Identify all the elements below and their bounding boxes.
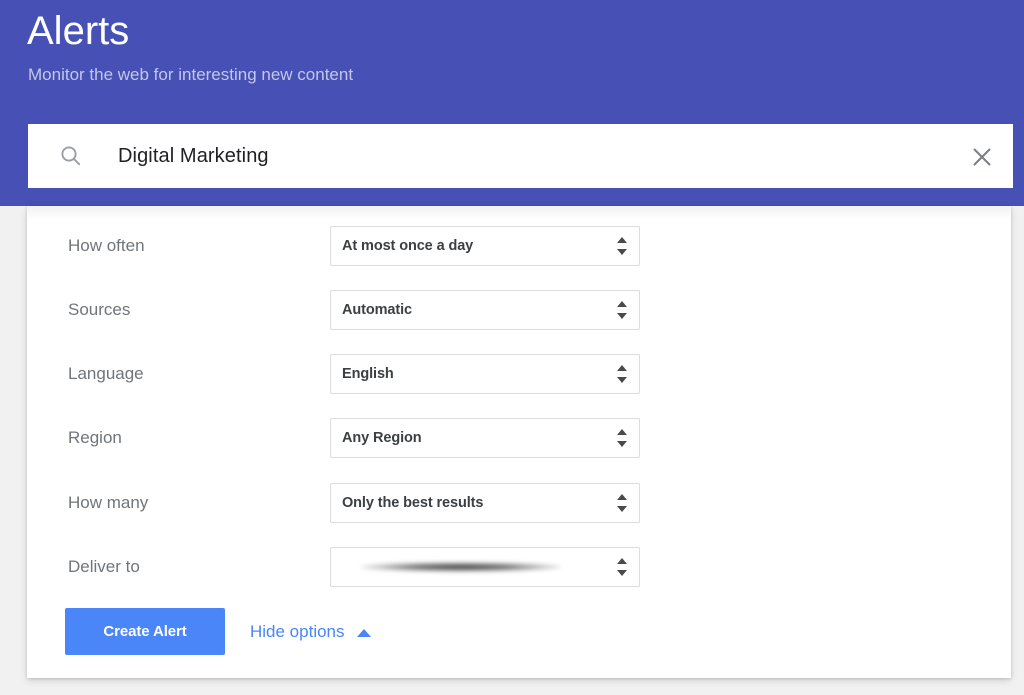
page-subtitle: Monitor the web for interesting new cont…	[28, 63, 353, 87]
select-sources[interactable]: Automatic	[330, 290, 640, 330]
chevron-updown-icon	[617, 364, 628, 384]
option-row-sources: Sources Automatic	[68, 290, 688, 330]
alert-options-card: How often At most once a day Sources Aut…	[27, 206, 1011, 678]
chevron-updown-icon	[617, 236, 628, 256]
select-value-region: Any Region	[342, 430, 422, 446]
select-value-sources: Automatic	[342, 302, 412, 318]
select-deliver-to[interactable]	[330, 547, 640, 587]
option-label-language: Language	[68, 354, 330, 394]
alert-search-bar[interactable]: Digital Marketing	[28, 124, 1013, 188]
select-how-many[interactable]: Only the best results	[330, 483, 640, 523]
option-label-deliver-to: Deliver to	[68, 547, 330, 587]
chevron-up-icon	[357, 629, 371, 637]
option-label-sources: Sources	[68, 290, 330, 330]
option-row-region: Region Any Region	[68, 418, 688, 458]
hide-options-toggle[interactable]: Hide options	[250, 622, 371, 642]
alerts-page: Alerts Monitor the web for interesting n…	[0, 0, 1024, 695]
option-row-deliver-to: Deliver to	[68, 547, 688, 587]
select-value-language: English	[342, 366, 394, 382]
close-icon[interactable]	[968, 143, 996, 171]
page-title: Alerts	[27, 7, 129, 55]
create-alert-button[interactable]: Create Alert	[65, 608, 225, 655]
card-actions: Create Alert Hide options	[65, 608, 371, 655]
option-row-how-many: How many Only the best results	[68, 483, 688, 523]
option-label-region: Region	[68, 418, 330, 458]
chevron-updown-icon	[617, 493, 628, 513]
select-value-how-many: Only the best results	[342, 495, 483, 511]
option-label-how-often: How often	[68, 226, 330, 266]
option-row-language: Language English	[68, 354, 688, 394]
chevron-updown-icon	[617, 300, 628, 320]
hide-options-label: Hide options	[250, 622, 345, 642]
chevron-updown-icon	[617, 557, 628, 577]
option-row-how-often: How often At most once a day	[68, 226, 688, 266]
option-label-how-many: How many	[68, 483, 330, 523]
redacted-email-value	[361, 562, 561, 572]
select-value-how-often: At most once a day	[342, 238, 473, 254]
chevron-updown-icon	[617, 428, 628, 448]
page-header: Alerts Monitor the web for interesting n…	[0, 0, 1024, 206]
search-icon	[59, 144, 83, 168]
select-language[interactable]: English	[330, 354, 640, 394]
select-region[interactable]: Any Region	[330, 418, 640, 458]
select-how-often[interactable]: At most once a day	[330, 226, 640, 266]
search-query-text[interactable]: Digital Marketing	[118, 143, 269, 169]
